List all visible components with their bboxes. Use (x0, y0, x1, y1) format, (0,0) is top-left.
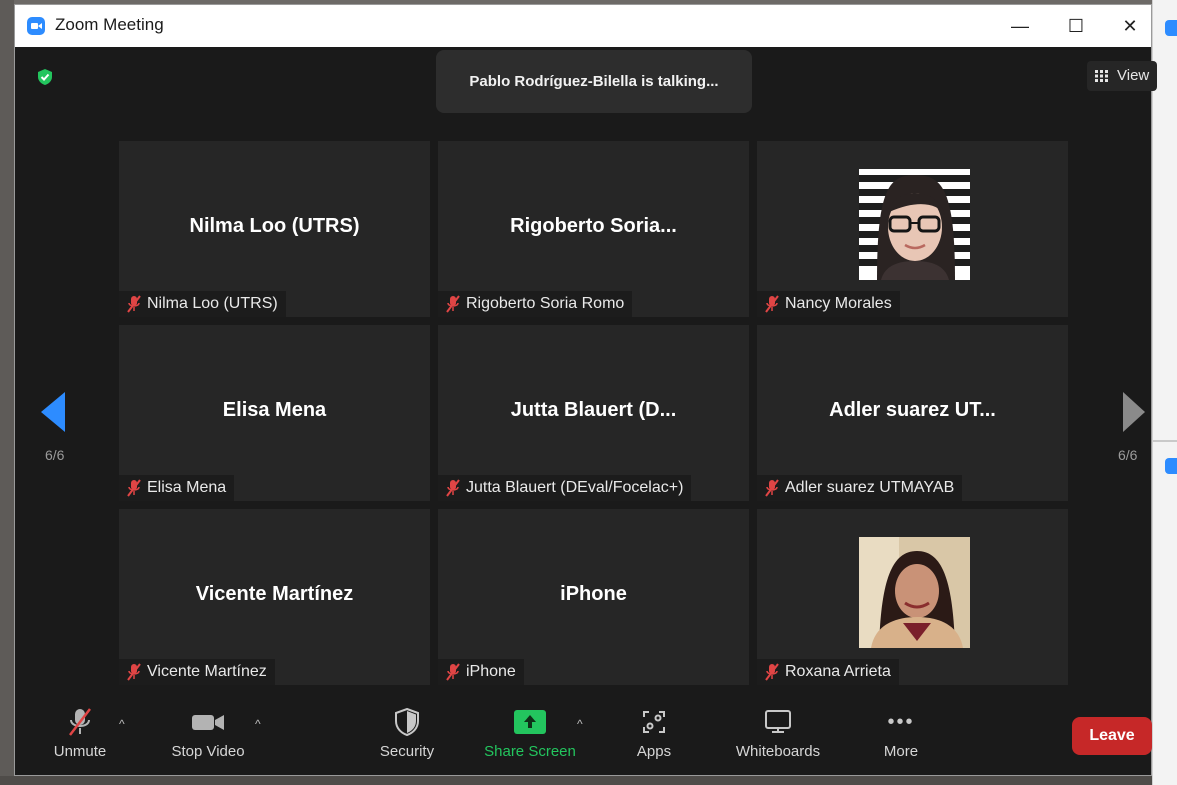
video-options-caret-icon[interactable]: ^ (255, 717, 261, 731)
view-button[interactable]: View (1087, 61, 1157, 91)
security-shield-icon (395, 708, 419, 736)
muted-mic-icon (127, 295, 141, 313)
zoom-icon (1165, 458, 1177, 474)
share-options-caret-icon[interactable]: ^ (577, 717, 583, 731)
title-bar: Zoom Meeting — ☐ ✕ (15, 5, 1151, 47)
participant-nametag: Nancy Morales (757, 291, 900, 317)
participant-nametag: Roxana Arrieta (757, 659, 899, 685)
unmute-label: Unmute (53, 743, 107, 760)
muted-mic-icon (446, 295, 460, 313)
participant-tile[interactable]: Adler suarez UT... Adler suarez UTMAYAB (757, 325, 1068, 501)
participant-nametag: Adler suarez UTMAYAB (757, 475, 963, 501)
participant-nametag: iPhone (438, 659, 524, 685)
whiteboard-icon (765, 710, 791, 733)
leave-button[interactable]: Leave (1072, 717, 1152, 755)
participant-nametag: Nilma Loo (UTRS) (119, 291, 286, 317)
close-button[interactable]: ✕ (1107, 7, 1153, 45)
page-indicator-left: 6/6 (45, 447, 65, 463)
page-indicator-right: 6/6 (1118, 447, 1138, 463)
previous-page-arrow-icon[interactable] (41, 392, 65, 432)
participant-nametag: Rigoberto Soria Romo (438, 291, 633, 317)
stop-video-label: Stop Video (171, 743, 245, 760)
encryption-shield-icon[interactable] (37, 69, 53, 85)
muted-mic-icon (765, 663, 779, 681)
participant-avatar-photo (859, 169, 970, 280)
meeting-stage: Pablo Rodríguez-Bilella is talking... Vi… (15, 47, 1157, 695)
nametag-label: iPhone (466, 663, 516, 680)
muted-mic-icon (446, 663, 460, 681)
nametag-label: Vicente Martínez (147, 663, 267, 680)
apps-button[interactable]: Apps (627, 707, 681, 760)
participant-tile[interactable]: iPhone iPhone (438, 509, 749, 685)
zoom-icon (1165, 20, 1177, 36)
muted-mic-icon (446, 479, 460, 497)
video-camera-icon (192, 715, 224, 730)
more-dots-icon: ••• (887, 710, 915, 733)
participant-tile[interactable]: Elisa Mena Elisa Mena (119, 325, 430, 501)
participant-tile[interactable]: Vicente Martínez Vicente Martínez (119, 509, 430, 685)
maximize-button[interactable]: ☐ (1053, 7, 1099, 45)
nametag-label: Nilma Loo (UTRS) (147, 295, 278, 312)
participant-nametag: Jutta Blauert (DEval/Focelac+) (438, 475, 692, 501)
nametag-label: Jutta Blauert (DEval/Focelac+) (466, 479, 684, 496)
adjacent-window (1152, 0, 1177, 785)
desktop-background (0, 0, 14, 785)
share-screen-arrow-icon (514, 710, 546, 734)
minimize-button[interactable]: — (997, 7, 1043, 45)
participant-nametag: Elisa Mena (119, 475, 235, 501)
security-label: Security (379, 743, 435, 760)
apps-label: Apps (636, 743, 672, 760)
muted-mic-icon (127, 479, 141, 497)
next-page-arrow-icon[interactable] (1123, 392, 1145, 432)
participant-avatar-photo (859, 537, 970, 648)
stop-video-button[interactable]: Stop Video (161, 707, 255, 760)
security-button[interactable]: Security (369, 707, 445, 760)
muted-mic-icon (765, 479, 779, 497)
muted-mic-icon (127, 663, 141, 681)
whiteboards-button[interactable]: Whiteboards (725, 707, 831, 760)
nametag-label: Rigoberto Soria Romo (466, 295, 625, 312)
muted-microphone-icon (69, 708, 91, 736)
participant-tile[interactable]: Nancy Morales (757, 141, 1068, 317)
taskbar-edge (0, 776, 1177, 785)
grid-view-icon (1095, 70, 1108, 82)
nametag-label: Nancy Morales (785, 295, 892, 312)
nametag-label: Roxana Arrieta (785, 663, 891, 680)
window-title: Zoom Meeting (55, 15, 164, 34)
more-label: More (883, 743, 919, 760)
whiteboards-label: Whiteboards (735, 743, 821, 760)
participant-tile[interactable]: Nilma Loo (UTRS) Nilma Loo (UTRS) (119, 141, 430, 317)
view-button-label: View (1117, 67, 1150, 84)
participant-tile[interactable]: Roxana Arrieta (757, 509, 1068, 685)
divider (1153, 440, 1177, 442)
active-speaker-banner: Pablo Rodríguez-Bilella is talking... (436, 50, 752, 113)
apps-icon (643, 711, 665, 733)
unmute-button[interactable]: Unmute (45, 707, 115, 760)
share-screen-button[interactable]: Share Screen (477, 707, 583, 760)
zoom-app-icon (27, 17, 45, 35)
share-screen-label: Share Screen (484, 743, 576, 760)
participant-tile[interactable]: Jutta Blauert (D... Jutta Blauert (DEval… (438, 325, 749, 501)
zoom-meeting-window: Zoom Meeting — ☐ ✕ Pablo Rodríguez-Bilel… (14, 4, 1157, 776)
participant-tile[interactable]: Rigoberto Soria... Rigoberto Soria Romo (438, 141, 749, 317)
participant-nametag: Vicente Martínez (119, 659, 275, 685)
more-button[interactable]: ••• More (871, 707, 931, 761)
nametag-label: Adler suarez UTMAYAB (785, 479, 955, 496)
nametag-label: Elisa Mena (147, 479, 227, 496)
audio-options-caret-icon[interactable]: ^ (119, 717, 125, 731)
meeting-toolbar: Unmute ^ Stop Video ^ Security Share Scr… (15, 695, 1152, 775)
muted-mic-icon (765, 295, 779, 313)
